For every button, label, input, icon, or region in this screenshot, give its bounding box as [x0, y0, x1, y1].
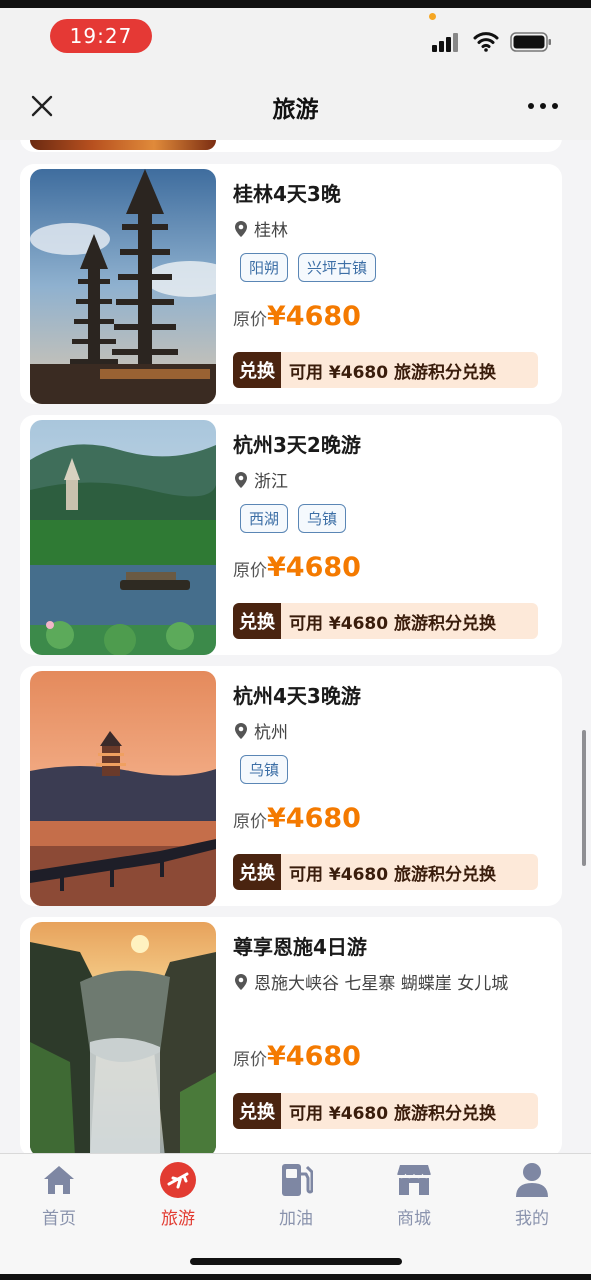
privacy-indicator-dot	[429, 13, 436, 20]
product-card-hangzhou-4d[interactable]: 杭州4天3晚游 杭州 乌镇 原价 ¥4680 兑换 可用 ¥4680 旅游积分兑…	[20, 666, 562, 906]
price-row: 原价 ¥4680	[233, 803, 361, 834]
product-image	[30, 169, 216, 404]
tab-label: 首页	[42, 1209, 76, 1229]
product-title: 桂林4天3晚	[233, 182, 341, 206]
wifi-icon	[473, 30, 499, 52]
exchange-text: 可用 ¥4680 旅游积分兑换	[289, 864, 496, 885]
product-image	[30, 922, 216, 1153]
fuel-pump-icon	[282, 1164, 313, 1196]
cellular-signal-icon	[432, 32, 462, 52]
home-icon	[44, 1166, 74, 1194]
location-pin-icon	[235, 471, 247, 488]
tag: 西湖	[240, 504, 289, 533]
page-title: 旅游	[272, 97, 319, 123]
exchange-badge: 兑换	[233, 603, 281, 639]
exchange-button[interactable]: 兑换 可用 ¥4680 旅游积分兑换	[233, 1093, 538, 1129]
price-row: 原价 ¥4680	[233, 301, 361, 332]
previous-product-card[interactable]	[20, 140, 562, 152]
location-pin-icon	[235, 722, 247, 739]
product-card-guilin[interactable]: 桂林4天3晚 桂林 阳朔 兴坪古镇 原价 ¥4680 兑换 可用 ¥4680 旅…	[20, 164, 562, 404]
price-row: 原价 ¥4680	[233, 1041, 361, 1072]
price-label: 原价	[233, 310, 267, 330]
tab-store[interactable]: 商城	[364, 1162, 464, 1229]
price-label: 原价	[233, 1050, 267, 1070]
product-location: 浙江	[234, 467, 288, 492]
price-value: ¥4680	[267, 301, 361, 332]
tag: 乌镇	[298, 504, 347, 533]
product-location: 桂林	[234, 216, 288, 241]
product-title: 杭州4天3晚游	[233, 684, 361, 708]
product-tags: 乌镇	[240, 755, 289, 784]
scrollbar[interactable]	[582, 730, 586, 866]
product-title: 尊享恩施4日游	[233, 935, 367, 959]
tab-label: 加油	[279, 1209, 313, 1229]
exchange-button[interactable]: 兑换 可用 ¥4680 旅游积分兑换	[233, 603, 538, 639]
exchange-text: 可用 ¥4680 旅游积分兑换	[289, 362, 496, 383]
product-location: 恩施大峡谷 七星寨 蝴蝶崖 女儿城	[234, 969, 508, 994]
exchange-badge: 兑换	[233, 854, 281, 890]
product-tags: 阳朔 兴坪古镇	[240, 253, 377, 282]
price-value: ¥4680	[267, 803, 361, 834]
product-image	[30, 671, 216, 906]
product-title: 杭州3天2晚游	[233, 433, 361, 457]
more-button[interactable]	[528, 98, 568, 114]
price-value: ¥4680	[267, 1041, 361, 1072]
exchange-button[interactable]: 兑换 可用 ¥4680 旅游积分兑换	[233, 854, 538, 890]
tab-home[interactable]: 首页	[9, 1162, 109, 1229]
product-card-enshi[interactable]: 尊享恩施4日游 恩施大峡谷 七星寨 蝴蝶崖 女儿城 原价 ¥4680 兑换 可用…	[20, 917, 562, 1153]
exchange-text: 可用 ¥4680 旅游积分兑换	[289, 613, 496, 634]
battery-icon	[510, 32, 552, 52]
home-indicator[interactable]	[190, 1258, 402, 1265]
navigation-bar: 旅游	[0, 72, 591, 140]
exchange-badge: 兑换	[233, 352, 281, 388]
tab-fuel[interactable]: 加油	[246, 1162, 346, 1229]
previous-product-image	[30, 140, 216, 150]
product-image	[30, 420, 216, 655]
product-location: 杭州	[234, 718, 288, 743]
store-icon	[396, 1165, 432, 1195]
location-text: 浙江	[254, 472, 288, 492]
product-list[interactable]: 桂林4天3晚 桂林 阳朔 兴坪古镇 原价 ¥4680 兑换 可用 ¥4680 旅…	[0, 140, 591, 1153]
price-value: ¥4680	[267, 552, 361, 583]
product-tags: 西湖 乌镇	[240, 504, 347, 533]
tab-label: 旅游	[161, 1209, 195, 1229]
tab-travel[interactable]: 旅游	[128, 1162, 228, 1229]
more-icon	[528, 103, 534, 109]
price-row: 原价 ¥4680	[233, 552, 361, 583]
location-pin-icon	[235, 220, 247, 237]
location-text: 桂林	[254, 221, 288, 241]
price-label: 原价	[233, 812, 267, 832]
tag: 乌镇	[240, 755, 289, 784]
status-bar: 19:27	[0, 8, 591, 72]
tab-label: 商城	[397, 1209, 431, 1229]
location-pin-icon	[235, 973, 247, 990]
user-icon	[516, 1163, 548, 1197]
airplane-icon	[160, 1162, 196, 1198]
tab-profile[interactable]: 我的	[482, 1162, 582, 1229]
product-card-hangzhou-3d[interactable]: 杭州3天2晚游 浙江 西湖 乌镇 原价 ¥4680 兑换 可用 ¥4680 旅游…	[20, 415, 562, 655]
location-text: 杭州	[254, 723, 288, 743]
price-label: 原价	[233, 561, 267, 581]
exchange-button[interactable]: 兑换 可用 ¥4680 旅游积分兑换	[233, 352, 538, 388]
tag: 阳朔	[240, 253, 289, 282]
status-time: 19:27	[50, 19, 152, 53]
tag: 兴坪古镇	[298, 253, 377, 282]
exchange-badge: 兑换	[233, 1093, 281, 1129]
tab-label: 我的	[515, 1209, 549, 1229]
location-text: 恩施大峡谷 七星寨 蝴蝶崖 女儿城	[254, 974, 509, 994]
bottom-edge	[0, 1274, 591, 1280]
exchange-text: 可用 ¥4680 旅游积分兑换	[289, 1103, 496, 1124]
top-edge	[0, 0, 591, 8]
